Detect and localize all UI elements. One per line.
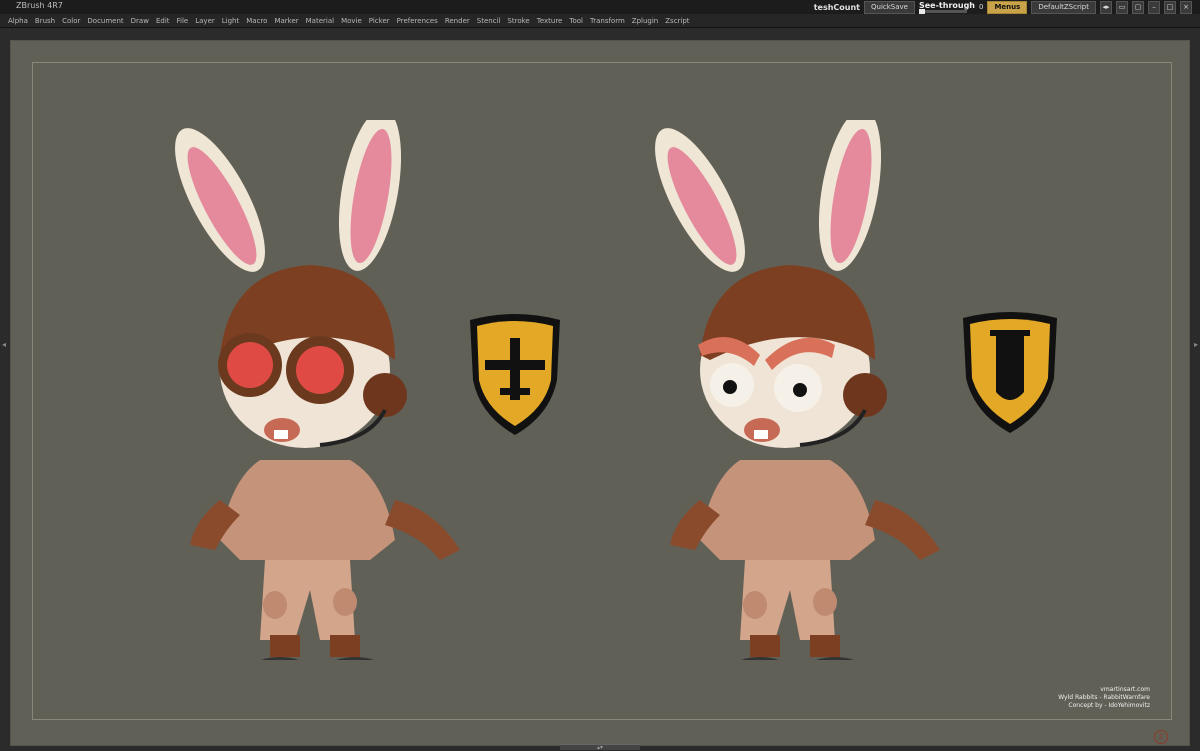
menu-item-macro[interactable]: Macro bbox=[246, 17, 267, 25]
menu-item-stroke[interactable]: Stroke bbox=[507, 17, 529, 25]
menu-item-preferences[interactable]: Preferences bbox=[397, 17, 438, 25]
title-bar-controls: teshCount QuickSave See-through 0 Menus … bbox=[814, 0, 1192, 14]
menu-item-marker[interactable]: Marker bbox=[274, 17, 298, 25]
squadron-bomb-badge bbox=[963, 312, 1057, 433]
menu-item-texture[interactable]: Texture bbox=[537, 17, 563, 25]
menu-item-document[interactable]: Document bbox=[87, 17, 123, 25]
title-bar: ZBrush 4R7 teshCount QuickSave See-throu… bbox=[0, 0, 1200, 14]
rabbit-pilot-angry-render bbox=[655, 120, 940, 660]
default-zscript-button[interactable]: DefaultZScript bbox=[1031, 0, 1096, 14]
quicksave-button[interactable]: QuickSave bbox=[864, 0, 915, 14]
mesh-count-label: teshCount bbox=[813, 2, 860, 12]
close-icon[interactable]: × bbox=[1180, 0, 1192, 14]
arrows-icon[interactable]: ◂▸ bbox=[1100, 0, 1112, 14]
menu-item-draw[interactable]: Draw bbox=[131, 17, 149, 25]
menu-item-file[interactable]: File bbox=[177, 17, 189, 25]
menu-item-edit[interactable]: Edit bbox=[156, 17, 170, 25]
menu-item-zscript[interactable]: Zscript bbox=[665, 17, 689, 25]
menu-item-color[interactable]: Color bbox=[62, 17, 80, 25]
layout-icon[interactable]: ▭ bbox=[1116, 0, 1128, 14]
see-through-label: See-through bbox=[918, 0, 975, 10]
credits-concept: Concept by - IdoYehimovitz bbox=[1068, 702, 1150, 709]
see-through-value: 0 bbox=[978, 3, 984, 11]
bottom-tray-handle-icon[interactable]: ▴▾ bbox=[560, 744, 640, 751]
menus-button[interactable]: Menus bbox=[987, 0, 1028, 14]
credits-site: vmartinsart.com bbox=[1100, 686, 1150, 693]
menu-item-material[interactable]: Material bbox=[306, 17, 334, 25]
squadron-plane-badge bbox=[470, 314, 560, 435]
see-through-slider[interactable] bbox=[918, 8, 967, 14]
menu-item-layer[interactable]: Layer bbox=[195, 17, 215, 25]
menu-item-movie[interactable]: Movie bbox=[341, 17, 362, 25]
menu-item-alpha[interactable]: Alpha bbox=[8, 17, 28, 25]
app-title: ZBrush 4R7 bbox=[16, 1, 63, 10]
frame-icon[interactable]: ▢ bbox=[1132, 0, 1144, 14]
menu-bar: Alpha Brush Color Document Draw Edit File Layer… bbox=[0, 14, 1200, 28]
menu-item-transform[interactable]: Transform bbox=[590, 17, 625, 25]
minimize-icon[interactable]: – bbox=[1148, 0, 1160, 14]
see-through-control[interactable]: See-through bbox=[918, 0, 975, 14]
left-tray-handle-icon[interactable]: ◂ bbox=[0, 340, 8, 400]
credits-title: Wyld Rabbits - RabbitWarnfare bbox=[1058, 694, 1150, 701]
rabbit-pilot-goggles-render bbox=[175, 120, 460, 660]
menu-item-tool[interactable]: Tool bbox=[569, 17, 583, 25]
menu-item-zplugin[interactable]: Zplugin bbox=[632, 17, 658, 25]
menu-item-stencil[interactable]: Stencil bbox=[477, 17, 501, 25]
slider-knob[interactable] bbox=[918, 8, 925, 14]
menu-item-brush[interactable]: Brush bbox=[35, 17, 55, 25]
zbrush-logo-icon: Z bbox=[1154, 730, 1168, 744]
credits-block: vmartinsart.com Wyld Rabbits - RabbitWar… bbox=[1058, 686, 1150, 710]
maximize-icon[interactable]: □ bbox=[1164, 0, 1176, 14]
document-canvas[interactable]: vmartinsart.com Wyld Rabbits - RabbitWar… bbox=[10, 40, 1190, 746]
menu-item-render[interactable]: Render bbox=[445, 17, 470, 25]
menu-item-light[interactable]: Light bbox=[222, 17, 239, 25]
right-tray-handle-icon[interactable]: ▸ bbox=[1192, 340, 1200, 400]
menu-item-picker[interactable]: Picker bbox=[369, 17, 390, 25]
